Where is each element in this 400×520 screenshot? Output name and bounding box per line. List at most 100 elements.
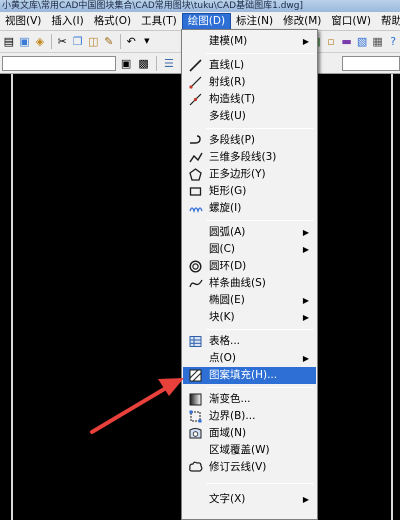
menu-item-ray[interactable]: 射线(R) bbox=[183, 74, 316, 91]
menu-separator bbox=[206, 128, 314, 129]
menu-item-revcloud[interactable]: 修订云线(V) bbox=[183, 459, 316, 476]
submenu-arrow-icon: ▶ bbox=[302, 228, 309, 237]
menu-dimension[interactable]: 标注(N) bbox=[231, 13, 278, 30]
region-icon bbox=[188, 426, 203, 441]
menu-item-label: 多线(U) bbox=[209, 110, 246, 122]
menu-item-label: 多段线(P) bbox=[209, 134, 256, 146]
menu-item-label: 表格... bbox=[209, 335, 241, 347]
menu-item-label: 样条曲线(S) bbox=[209, 277, 266, 289]
menu-insert[interactable]: 插入(I) bbox=[46, 13, 88, 30]
donut-icon bbox=[188, 259, 203, 274]
window-title: 小黄文库\常用CAD中国图块集合\CAD常用图块\tuku\CAD基础图库1.d… bbox=[0, 0, 400, 12]
menu-item-3d-polyline[interactable]: 三维多段线(3) bbox=[183, 149, 316, 166]
quickcalc-icon[interactable]: ▦ bbox=[371, 34, 385, 50]
3d-polyline-icon bbox=[188, 150, 203, 165]
menu-item-construction-line[interactable]: 构造线(T) bbox=[183, 91, 316, 108]
draw-menu-dropdown: 建模(M) ▶ 直线(L) 射线(R) 构造线(T) 多线(U) 多段线(P) … bbox=[181, 29, 318, 520]
revcloud-icon bbox=[188, 460, 203, 475]
copy-icon[interactable]: ❐ bbox=[71, 34, 85, 50]
menu-item-polyline[interactable]: 多段线(P) bbox=[183, 132, 316, 149]
layer-manager-icon[interactable]: ☰ bbox=[162, 55, 176, 71]
menu-item-label: 圆(C) bbox=[209, 243, 236, 255]
menu-item-spline[interactable]: 样条曲线(S) bbox=[183, 275, 316, 292]
menu-item-label: 点(O) bbox=[209, 352, 236, 364]
menu-item-boundary[interactable]: 边界(B)... bbox=[183, 408, 316, 425]
menu-item-ellipse[interactable]: 椭圆(E) ▶ bbox=[183, 292, 316, 309]
menu-item-region[interactable]: 面域(N) bbox=[183, 425, 316, 442]
helix-icon bbox=[188, 201, 203, 216]
menu-item-gradient[interactable]: 渐变色... bbox=[183, 391, 316, 408]
polygon-icon bbox=[188, 167, 203, 182]
menu-item-label: 边界(B)... bbox=[209, 410, 256, 422]
workspace-settings-icon[interactable]: ▣ bbox=[119, 55, 133, 71]
menu-item-label: 螺旋(I) bbox=[209, 202, 242, 214]
submenu-arrow-icon: ▶ bbox=[302, 37, 309, 46]
toolbar-separator bbox=[50, 34, 52, 49]
menu-item-label: 椭圆(E) bbox=[209, 294, 245, 306]
menu-item-donut[interactable]: 圆环(D) bbox=[183, 258, 316, 275]
menu-item-label: 面域(N) bbox=[209, 427, 247, 439]
line-icon bbox=[188, 58, 203, 73]
submenu-arrow-icon: ▶ bbox=[302, 313, 309, 322]
menu-window[interactable]: 窗口(W) bbox=[326, 13, 376, 30]
match-properties-icon[interactable]: ✎ bbox=[102, 34, 116, 50]
menu-item-multiline[interactable]: 多线(U) bbox=[183, 108, 316, 125]
color-combo[interactable] bbox=[342, 55, 400, 71]
menu-item-table[interactable]: 表格... bbox=[183, 333, 316, 350]
menu-item-point[interactable]: 点(O) ▶ bbox=[183, 350, 316, 367]
menu-item-label: 块(K) bbox=[209, 311, 235, 323]
toolbar-dropdown-icon[interactable]: ▼ bbox=[140, 34, 154, 50]
hatch-icon bbox=[188, 368, 203, 383]
toolbar-separator bbox=[119, 34, 121, 49]
menu-item-label: 射线(R) bbox=[209, 76, 246, 88]
workspace-toggle-icon[interactable]: ▩ bbox=[136, 55, 150, 71]
menu-item-arc[interactable]: 圆弧(A) ▶ bbox=[183, 224, 316, 241]
menu-item-circle[interactable]: 圆(C) ▶ bbox=[183, 241, 316, 258]
boundary-icon bbox=[188, 409, 203, 424]
menu-item-label: 圆环(D) bbox=[209, 260, 247, 272]
menu-separator bbox=[206, 387, 314, 388]
menu-item-hatch[interactable]: 图案填充(H)... bbox=[183, 367, 316, 384]
menu-item-helix[interactable]: 螺旋(I) bbox=[183, 200, 316, 217]
toolbar-separator bbox=[155, 55, 157, 71]
menu-item-label: 渐变色... bbox=[209, 393, 251, 405]
menu-draw[interactable]: 绘图(D) bbox=[181, 12, 232, 30]
menu-separator bbox=[206, 220, 314, 221]
markup-icon[interactable]: ▧ bbox=[355, 34, 369, 50]
menu-item-label: 矩形(G) bbox=[209, 185, 247, 197]
ray-icon bbox=[188, 75, 203, 90]
gradient-icon bbox=[188, 392, 203, 407]
paste-icon[interactable]: ◫ bbox=[87, 34, 101, 50]
cut-icon[interactable]: ✂ bbox=[55, 34, 69, 50]
undo-icon[interactable]: ↶ bbox=[125, 34, 139, 50]
menu-format[interactable]: 格式(O) bbox=[89, 13, 136, 30]
menu-item-modeling[interactable]: 建模(M) ▶ bbox=[183, 33, 316, 50]
menu-view[interactable]: 视图(V) bbox=[0, 13, 46, 30]
polyline-icon bbox=[188, 133, 203, 148]
menu-item-wipeout[interactable]: 区域覆盖(W) bbox=[183, 442, 316, 459]
help-icon[interactable]: ? bbox=[386, 34, 400, 50]
menu-item-line[interactable]: 直线(L) bbox=[183, 57, 316, 74]
menu-item-rectangle[interactable]: 矩形(G) bbox=[183, 183, 316, 200]
sheet-set-icon[interactable]: ▬ bbox=[340, 34, 354, 50]
menu-separator bbox=[206, 483, 314, 484]
print-icon[interactable]: ▤ bbox=[2, 34, 16, 50]
xline-icon bbox=[188, 92, 203, 107]
menu-modify[interactable]: 修改(M) bbox=[278, 13, 326, 30]
menu-item-label: 修订云线(V) bbox=[209, 461, 267, 473]
plot-preview-icon[interactable]: ▣ bbox=[18, 34, 32, 50]
viewport-border-right bbox=[391, 74, 393, 520]
spline-icon bbox=[188, 276, 203, 291]
menu-item-label: 文字(X) bbox=[209, 493, 246, 505]
menu-help[interactable]: 帮助 bbox=[376, 13, 400, 30]
viewport-border-left bbox=[11, 74, 13, 520]
submenu-arrow-icon: ▶ bbox=[302, 495, 309, 504]
menu-item-text[interactable]: 文字(X) ▶ bbox=[183, 491, 316, 508]
menu-tools[interactable]: 工具(T) bbox=[136, 13, 182, 30]
menu-separator bbox=[206, 329, 314, 330]
publish-icon[interactable]: ◈ bbox=[33, 34, 47, 50]
menu-item-block[interactable]: 块(K) ▶ bbox=[183, 309, 316, 326]
workspace-combo[interactable] bbox=[2, 55, 116, 71]
menu-item-polygon[interactable]: 正多边形(Y) bbox=[183, 166, 316, 183]
tool-palettes-icon[interactable]: ▫ bbox=[324, 34, 338, 50]
